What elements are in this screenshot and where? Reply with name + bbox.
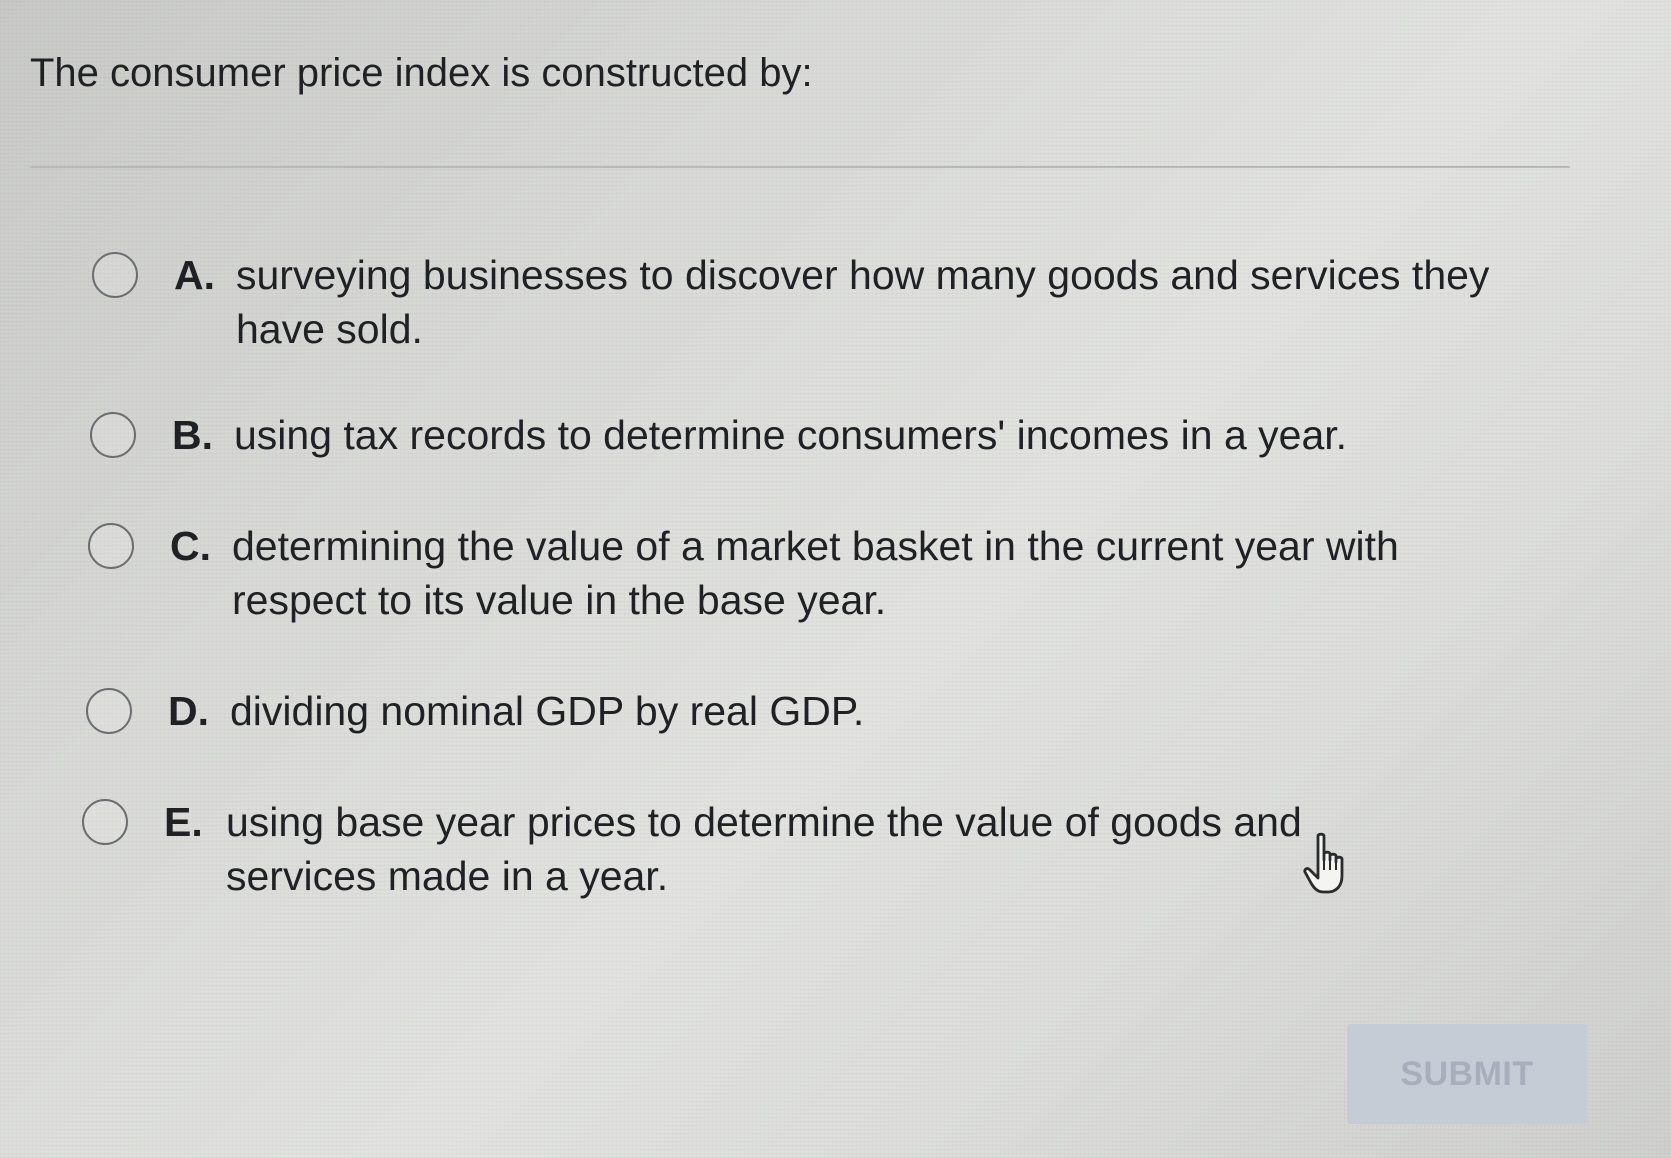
radio-button-e[interactable]: [82, 799, 128, 845]
radio-button-b[interactable]: [90, 412, 136, 458]
radio-button-c[interactable]: [88, 523, 134, 569]
submit-button[interactable]: SUBMIT: [1347, 1024, 1587, 1124]
hand-pointer-icon: [1303, 832, 1344, 894]
option-letter-c: C.: [170, 523, 211, 569]
option-text-d[interactable]: dividing nominal GDP by real GDP.: [230, 684, 1430, 738]
option-text-e[interactable]: using base year prices to determine the …: [226, 795, 1426, 903]
option-letter-b: B.: [172, 412, 213, 458]
radio-button-a[interactable]: [92, 252, 138, 298]
answer-option-c[interactable]: C. determining the value of a market bas…: [88, 519, 1522, 627]
option-letter-e: E.: [164, 799, 203, 845]
option-letter-a: A.: [174, 252, 215, 298]
option-letter-d: D.: [168, 688, 209, 734]
question-divider: [30, 166, 1570, 168]
answer-option-b[interactable]: B. using tax records to determine consum…: [90, 408, 1534, 462]
option-text-a[interactable]: surveying businesses to discover how man…: [236, 248, 1536, 356]
answer-option-d[interactable]: D. dividing nominal GDP by real GDP.: [86, 684, 1430, 738]
answer-option-e[interactable]: E. using base year prices to determine t…: [82, 795, 1426, 903]
option-text-b[interactable]: using tax records to determine consumers…: [234, 408, 1534, 462]
answer-option-a[interactable]: A. surveying businesses to discover how …: [92, 248, 1536, 356]
option-text-c[interactable]: determining the value of a market basket…: [232, 519, 1522, 627]
radio-button-d[interactable]: [86, 688, 132, 734]
question-text: The consumer price index is constructed …: [30, 51, 813, 95]
